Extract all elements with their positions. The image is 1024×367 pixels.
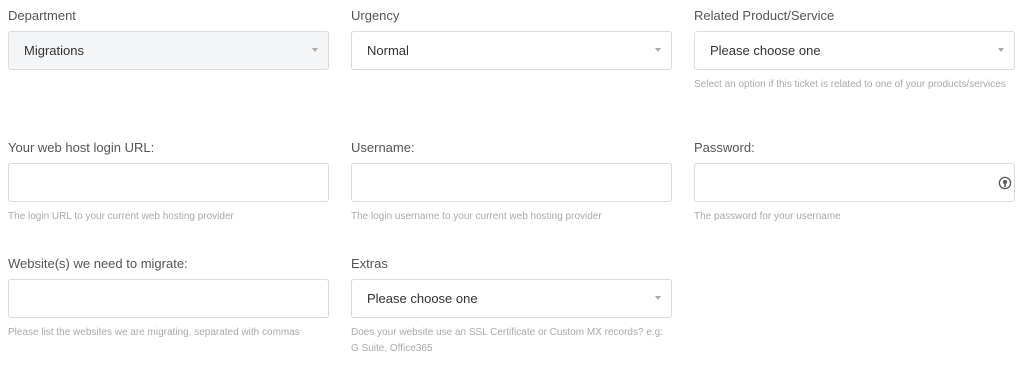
extras-field: Extras Please choose one Does your websi… — [351, 256, 672, 354]
websites-field: Website(s) we need to migrate: Please li… — [8, 256, 329, 338]
password-manager-icon[interactable] — [998, 176, 1012, 190]
chevron-down-icon — [998, 48, 1004, 52]
username-label: Username: — [351, 140, 415, 155]
urgency-field: Urgency Normal — [351, 8, 672, 70]
password-field: Password: The password for your username — [694, 140, 1015, 222]
websites-input[interactable] — [8, 279, 329, 318]
password-label: Password: — [694, 140, 755, 155]
urgency-label: Urgency — [351, 8, 400, 23]
extras-label: Extras — [351, 256, 388, 271]
related-product-label: Related Product/Service — [694, 8, 835, 23]
related-product-value: Please choose one — [710, 43, 821, 58]
related-product-select[interactable]: Please choose one — [694, 31, 1015, 70]
websites-label: Website(s) we need to migrate: — [8, 256, 188, 271]
password-help: The password for your username — [694, 211, 841, 222]
urgency-value: Normal — [367, 43, 409, 58]
extras-value: Please choose one — [367, 291, 478, 306]
chevron-down-icon — [655, 296, 661, 300]
chevron-down-icon — [312, 48, 318, 52]
chevron-down-icon — [655, 48, 661, 52]
department-value: Migrations — [24, 43, 84, 58]
extras-help: Does your website use an SSL Certificate… — [351, 327, 663, 354]
department-label: Department — [8, 8, 76, 23]
urgency-select[interactable]: Normal — [351, 31, 672, 70]
department-select[interactable]: Migrations — [8, 31, 329, 70]
password-input[interactable] — [694, 163, 1015, 202]
department-field: Department Migrations — [8, 8, 329, 70]
login-url-field: Your web host login URL: The login URL t… — [8, 140, 329, 222]
login-url-help: The login URL to your current web hostin… — [8, 211, 234, 222]
username-input[interactable] — [351, 163, 672, 202]
related-product-help: Select an option if this ticket is relat… — [694, 79, 1006, 90]
username-field: Username: The login username to your cur… — [351, 140, 672, 222]
username-help: The login username to your current web h… — [351, 211, 602, 222]
related-product-field: Related Product/Service Please choose on… — [694, 8, 1015, 90]
websites-help: Please list the websites we are migratin… — [8, 327, 300, 338]
extras-select[interactable]: Please choose one — [351, 279, 672, 318]
login-url-input[interactable] — [8, 163, 329, 202]
login-url-label: Your web host login URL: — [8, 140, 155, 155]
